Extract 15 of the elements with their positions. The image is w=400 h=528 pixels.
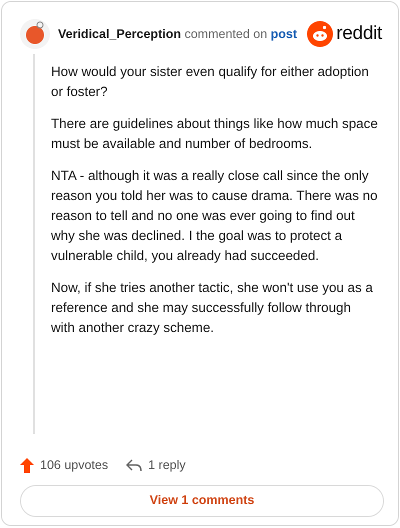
- reply-count[interactable]: 1 reply: [148, 456, 186, 475]
- reply-icon[interactable]: [126, 458, 142, 472]
- avatar-icon: [20, 19, 50, 49]
- upvote-count: 106 upvotes: [40, 457, 108, 474]
- comment-paragraph: NTA - although it was a really close call since the only reason you told her was to cause drama. There was no reason to tell and no one was ever going to find out why she was declined. I the goal was to protect a vulnerable child, you already had succeeded.: [51, 167, 378, 265]
- comment-paragraph: There are guidelines about things like how much space must be available and number of bedrooms.: [51, 115, 378, 153]
- upvote-icon[interactable]: [20, 458, 34, 473]
- comment-paragraph: Now, if she tries another tactic, she won't use you as a reference and she may successfully follow through with another crazy scheme.: [51, 279, 374, 337]
- comment-paragraph: How would your sister even qualify for either adoption or foster?: [51, 63, 370, 101]
- post-link[interactable]: post: [270, 26, 298, 41]
- view-comments-button[interactable]: View 1 comments: [20, 484, 384, 517]
- author-name[interactable]: Veridical_Perception: [58, 26, 181, 41]
- reddit-logo-icon: [307, 21, 334, 47]
- logo-text: reddit: [336, 22, 382, 46]
- action-text: commented on: [184, 26, 268, 41]
